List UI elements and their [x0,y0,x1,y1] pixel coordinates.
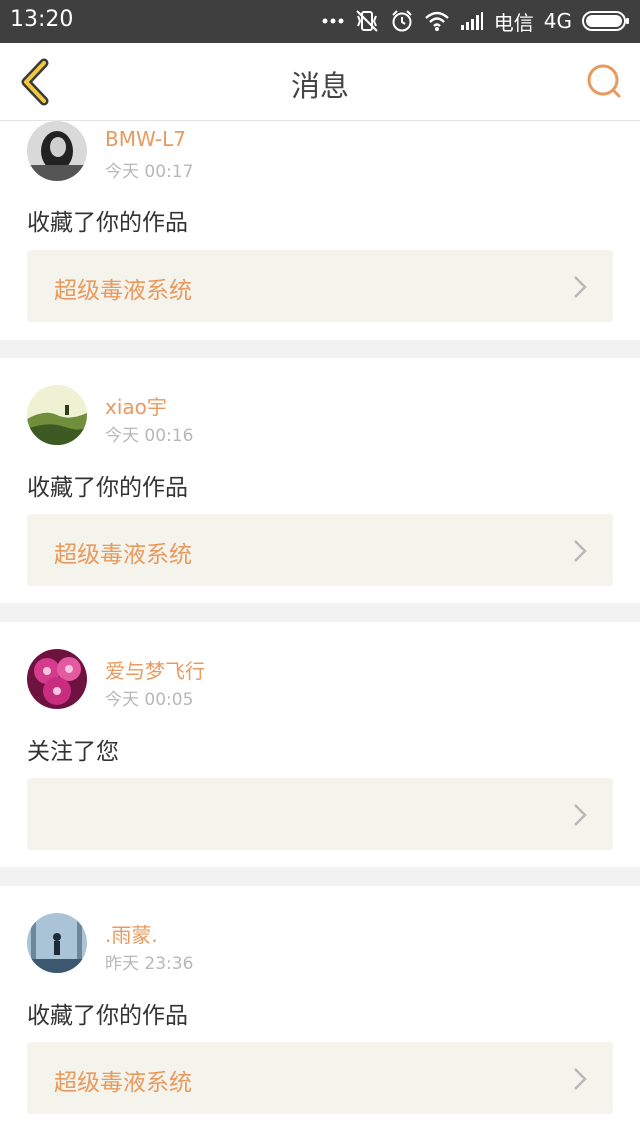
work-link[interactable] [27,778,613,850]
message-card: xiao宇 今天 00:16 收藏了你的作品 超级毒液系统 [0,358,640,603]
page-title: 消息 [290,69,349,103]
avatar[interactable] [27,649,87,709]
status-icons: 电信 4G [322,6,630,36]
avatar-image-person [27,913,87,973]
alarm-icon [390,9,414,33]
username[interactable]: 爱与梦飞行 [105,655,205,684]
timestamp: 今天 00:17 [105,162,194,182]
username[interactable]: xiao宇 [105,391,167,420]
chevron-right-icon [574,1068,587,1090]
timestamp: 今天 00:05 [105,690,194,710]
battery-icon [582,10,630,32]
avatar-image-bw [27,121,87,181]
timestamp: 今天 00:16 [105,426,194,446]
wifi-icon [424,10,450,32]
avatar[interactable] [27,913,87,973]
vibrate-off-icon [354,8,380,34]
avatar[interactable] [27,121,87,181]
more-dots-icon [322,17,344,25]
username[interactable]: .雨蒙. [105,919,158,948]
message-card: .雨蒙. 昨天 23:36 收藏了你的作品 超级毒液系统 [0,886,640,1138]
top-bar: 消息 [0,43,640,121]
avatar-image-landscape [27,385,87,445]
network-type: 4G [543,9,572,33]
work-link[interactable]: 超级毒液系统 [27,250,613,322]
status-time: 13:20 [10,7,74,32]
action-text: 收藏了你的作品 [27,475,188,501]
message-list[interactable]: BMW-L7 今天 00:17 收藏了你的作品 超级毒液系统 xiao宇 今天 … [0,121,640,1138]
work-title: 超级毒液系统 [54,278,192,304]
work-title: 超级毒液系统 [54,1070,192,1096]
chevron-right-icon [574,276,587,298]
timestamp: 昨天 23:36 [105,954,194,974]
search-button[interactable] [584,61,624,101]
action-text: 收藏了你的作品 [27,210,188,236]
message-card: BMW-L7 今天 00:17 收藏了你的作品 超级毒液系统 [0,121,640,340]
work-title: 超级毒液系统 [54,542,192,568]
status-bar: 13:20 电信 4G [0,0,640,43]
chevron-right-icon [574,540,587,562]
work-link[interactable]: 超级毒液系统 [27,1042,613,1114]
action-text: 关注了您 [27,739,119,765]
avatar[interactable] [27,385,87,445]
work-link[interactable]: 超级毒液系统 [27,514,613,586]
carrier-label: 电信 [493,10,534,35]
username[interactable]: BMW-L7 [105,127,186,151]
action-text: 收藏了你的作品 [27,1003,188,1029]
chevron-right-icon [574,804,587,826]
signal-icon [460,11,484,31]
message-card: 爱与梦飞行 今天 00:05 关注了您 [0,622,640,867]
search-icon [587,64,621,98]
avatar-image-flowers [27,649,87,709]
